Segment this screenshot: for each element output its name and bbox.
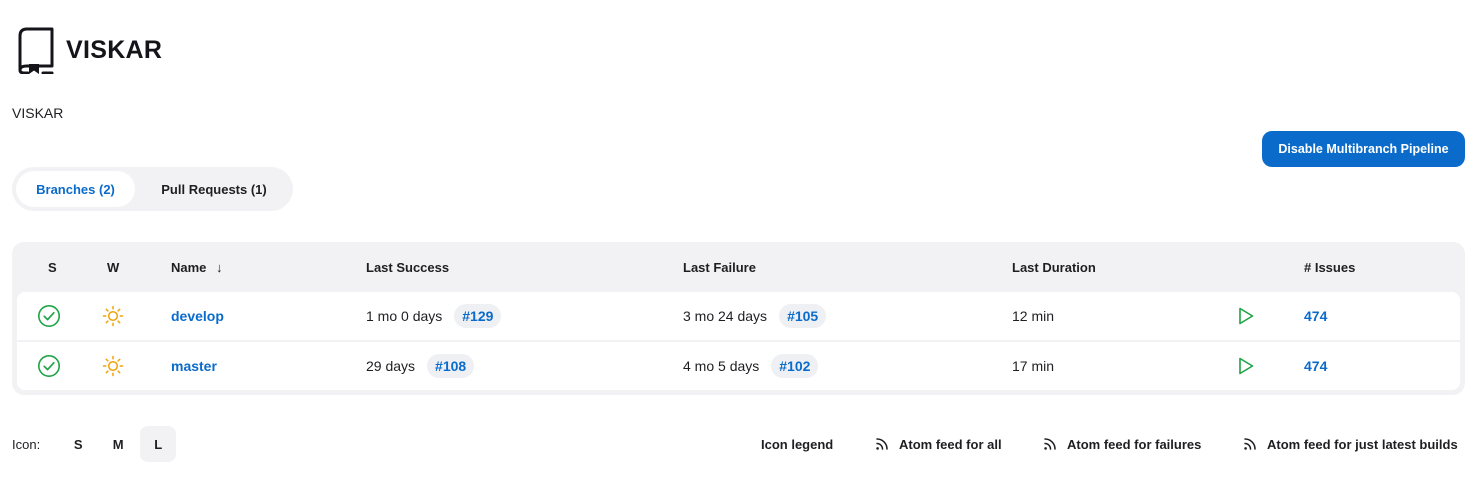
icon-legend-link[interactable]: Icon legend — [761, 437, 833, 452]
column-header-last-success[interactable]: Last Success — [366, 260, 449, 275]
icon-size-selector: Icon: S M L — [12, 426, 177, 462]
name-cell: master — [171, 342, 217, 390]
last-failure-cell: 3 mo 24 days #105 — [683, 292, 827, 340]
last-failure-time: 4 mo 5 days — [683, 358, 760, 374]
weather-cell — [102, 342, 124, 390]
repository-book-icon — [18, 27, 54, 74]
footer-feed-all: Atom feed for all — [875, 426, 1002, 462]
issues-cell: 474 — [1304, 292, 1327, 340]
rss-feed-icon — [1244, 438, 1256, 450]
build-cell — [1237, 342, 1255, 390]
rss-feed-icon — [876, 438, 888, 450]
column-header-status[interactable]: S — [48, 260, 57, 275]
success-check-icon[interactable] — [37, 354, 61, 378]
column-header-name[interactable]: Name ↓ — [171, 260, 223, 275]
status-cell — [37, 342, 61, 390]
build-cell — [1237, 292, 1255, 340]
atom-feed-latest-link[interactable]: Atom feed for just latest builds — [1243, 437, 1458, 452]
table-row: master 29 days #108 4 mo 5 days #102 17 … — [17, 342, 1460, 390]
atom-feed-failures-link[interactable]: Atom feed for failures — [1043, 437, 1201, 452]
issues-link[interactable]: 474 — [1304, 308, 1327, 324]
icon-size-medium-button[interactable]: M — [100, 426, 136, 462]
branch-link[interactable]: develop — [171, 308, 224, 324]
issues-link[interactable]: 474 — [1304, 358, 1327, 374]
sunny-icon[interactable] — [102, 305, 124, 327]
branch-link[interactable]: master — [171, 358, 217, 374]
last-failure-build-link[interactable]: #102 — [771, 354, 819, 378]
last-failure-time: 3 mo 24 days — [683, 308, 768, 324]
projects-table: S W Name ↓ Last Success Last Failure Las… — [12, 242, 1465, 395]
job-description: VISKAR — [12, 105, 64, 121]
atom-feed-latest-label: Atom feed for just latest builds — [1267, 436, 1458, 452]
page-header: VISKAR — [16, 26, 162, 74]
last-success-build-link[interactable]: #129 — [454, 304, 502, 328]
sunny-icon[interactable] — [102, 355, 124, 377]
footer-feed-latest: Atom feed for just latest builds — [1243, 426, 1458, 462]
column-header-name-label: Name — [171, 260, 207, 275]
success-check-icon[interactable] — [37, 304, 61, 328]
tab-pull-requests[interactable]: Pull Requests (1) — [139, 171, 289, 207]
column-header-last-failure[interactable]: Last Failure — [683, 260, 756, 275]
column-header-issues[interactable]: # Issues — [1304, 260, 1355, 275]
atom-feed-failures-label: Atom feed for failures — [1067, 436, 1202, 452]
icon-size-small-button[interactable]: S — [60, 426, 96, 462]
last-success-build-link[interactable]: #108 — [427, 354, 475, 378]
last-duration-cell: 17 min — [1012, 342, 1054, 390]
icon-size-label: Icon: — [12, 436, 41, 452]
schedule-build-play-icon[interactable] — [1237, 356, 1255, 376]
icon-size-large-button[interactable]: L — [140, 426, 177, 462]
last-failure-build-link[interactable]: #105 — [779, 304, 827, 328]
last-success-time: 1 mo 0 days — [366, 308, 443, 324]
column-header-weather[interactable]: W — [107, 260, 119, 275]
footer-legend: Icon legend — [761, 426, 833, 462]
schedule-build-play-icon[interactable] — [1237, 306, 1255, 326]
branch-tabs: Branches (2) Pull Requests (1) — [12, 167, 293, 211]
disable-multibranch-pipeline-button[interactable]: Disable Multibranch Pipeline — [1262, 131, 1465, 167]
last-success-time: 29 days — [366, 358, 416, 374]
last-duration-cell: 12 min — [1012, 292, 1054, 340]
table-row: develop 1 mo 0 days #129 3 mo 24 days #1… — [17, 292, 1460, 340]
rss-feed-icon — [1044, 438, 1056, 450]
atom-feed-all-link[interactable]: Atom feed for all — [875, 437, 1002, 452]
weather-cell — [102, 292, 124, 340]
last-duration-value: 12 min — [1012, 308, 1055, 324]
last-failure-cell: 4 mo 5 days #102 — [683, 342, 819, 390]
column-header-last-duration[interactable]: Last Duration — [1012, 260, 1096, 275]
footer-feed-failures: Atom feed for failures — [1043, 426, 1201, 462]
sort-arrow-icon: ↓ — [216, 260, 223, 275]
last-success-cell: 1 mo 0 days #129 — [366, 292, 502, 340]
issues-cell: 474 — [1304, 342, 1327, 390]
status-cell — [37, 292, 61, 340]
atom-feed-all-label: Atom feed for all — [899, 436, 1002, 452]
page-title: VISKAR — [66, 35, 163, 64]
last-duration-value: 17 min — [1012, 358, 1055, 374]
last-success-cell: 29 days #108 — [366, 342, 475, 390]
name-cell: develop — [171, 292, 224, 340]
tab-branches[interactable]: Branches (2) — [16, 171, 135, 207]
